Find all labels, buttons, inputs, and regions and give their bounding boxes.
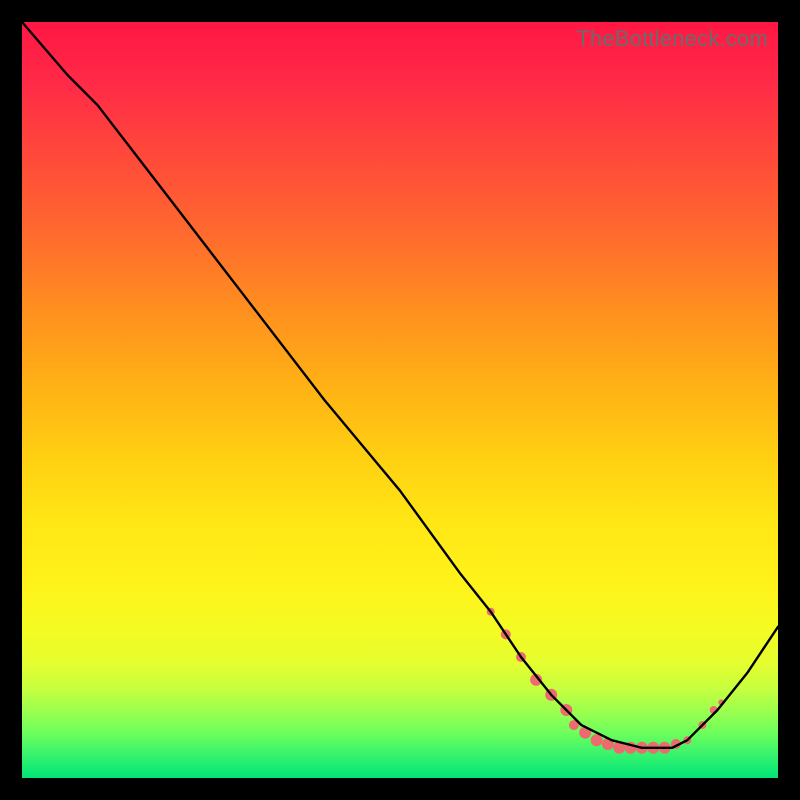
bottleneck-curve [22,22,778,748]
chart-stage: TheBottleneck.com [0,0,800,800]
dot-layer [487,608,725,754]
chart-svg [22,22,778,778]
chart-plot-area: TheBottleneck.com [22,22,778,778]
